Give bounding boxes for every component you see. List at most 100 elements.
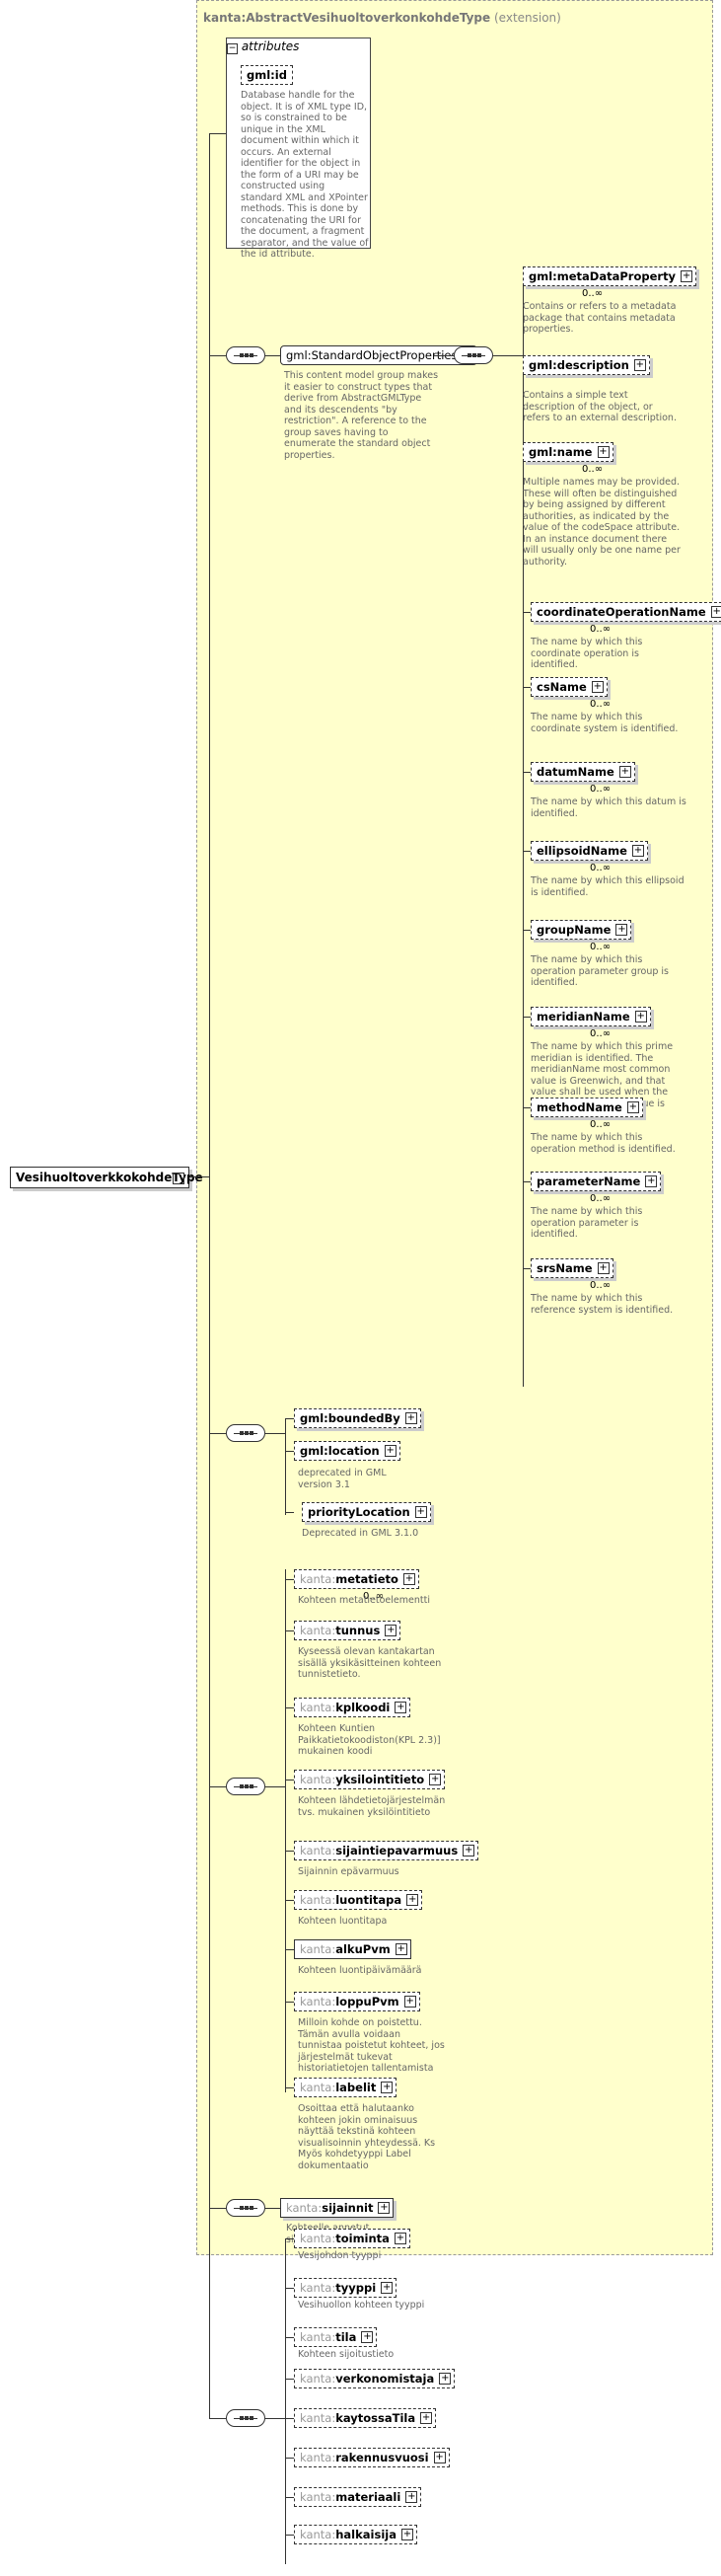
attribute-gml-id[interactable]: gml:id <box>241 65 293 85</box>
connector <box>523 1181 531 1182</box>
kanta-element-desc: Kohteen Kuntien Paikkatietokoodiston(KPL… <box>298 1723 441 1757</box>
connector <box>434 355 454 356</box>
gml-element-desc: The name by which this operation paramet… <box>531 954 670 988</box>
kanta-element[interactable]: kanta:yksilointitieto + <box>294 1770 446 1789</box>
kanta-element[interactable]: kanta:kplkoodi + <box>294 1698 411 1717</box>
sequence-icon <box>226 346 265 364</box>
sequence-icon <box>226 1424 265 1442</box>
gml-element[interactable]: gml:metaDataProperty + <box>523 266 697 286</box>
kanta-element-desc: Kohteen luontipäivämäärä <box>298 1965 422 1976</box>
gml-element-desc: The name by which this coordinate system… <box>531 712 679 734</box>
kanta-element-desc: Osoittaa että halutaanko kohteen jokin o… <box>298 2103 436 2171</box>
connector <box>209 2418 226 2419</box>
kanta-element-desc: Sijainnin epävarmuus <box>298 1866 399 1877</box>
gml-element[interactable]: methodName + <box>531 1098 643 1117</box>
connector <box>285 2458 294 2459</box>
kanta-element-desc: Kyseessä olevan kantakartan sisällä yksi… <box>298 1646 442 1680</box>
connector <box>285 1451 294 1452</box>
bottom-element[interactable]: kanta:toiminta + <box>294 2229 410 2248</box>
gml-element[interactable]: csName + <box>531 677 608 697</box>
connector <box>285 1949 294 1950</box>
cardinality: 0..∞ <box>590 699 612 710</box>
connector <box>285 2002 294 2003</box>
element-kanta-sijainnit[interactable]: kanta:sijainnit + <box>280 2198 395 2218</box>
kanta-element[interactable]: kanta:tunnus + <box>294 1621 401 1640</box>
bottom-element[interactable]: kanta:tyyppi + <box>294 2278 397 2298</box>
element-gml-boundedby[interactable]: gml:boundedBy + <box>294 1408 421 1428</box>
kanta-element[interactable]: kanta:loppuPvm + <box>294 1992 420 2011</box>
connector <box>285 1900 294 1901</box>
element-gml-location-desc: deprecated in GML version 3.1 <box>298 1468 387 1490</box>
gml-element[interactable]: datumName + <box>531 762 635 782</box>
connector <box>523 851 531 852</box>
bottom-element-desc: Vesihuollon kohteen tyyppi <box>298 2300 425 2311</box>
cardinality: 0..∞ <box>582 288 604 299</box>
cardinality: 0..∞ <box>590 1193 612 1204</box>
connector <box>285 2087 294 2088</box>
gml-element[interactable]: parameterName + <box>531 1172 662 1191</box>
kanta-element[interactable]: kanta:sijaintiepavarmuus + <box>294 1841 479 1860</box>
kanta-element[interactable]: kanta:metatieto + <box>294 1569 419 1589</box>
extension-panel <box>196 0 713 2255</box>
gml-element[interactable]: groupName + <box>531 920 632 940</box>
connector <box>285 1707 294 1708</box>
element-priority-location[interactable]: priorityLocation + <box>302 1502 431 1522</box>
extension-title: kanta:AbstractVesihuoltoverkonkohdeType … <box>203 11 561 25</box>
sequence-icon <box>226 2409 265 2427</box>
kanta-element-desc: Kohteen luontitapa <box>298 1916 388 1927</box>
connector <box>285 2497 294 2498</box>
gml-element-desc: The name by which this datum is identifi… <box>531 796 686 819</box>
connector <box>265 355 280 356</box>
element-gml-location[interactable]: gml:location + <box>294 1441 400 1461</box>
cardinality: 0..∞ <box>582 464 604 475</box>
bottom-element[interactable]: kanta:rakennusvuosi + <box>294 2448 450 2467</box>
kanta-element[interactable]: kanta:alkuPvm + <box>294 1939 411 1959</box>
connector <box>209 133 210 2418</box>
gml-element[interactable]: gml:description + <box>523 355 650 375</box>
gml-element[interactable]: srsName + <box>531 1258 613 1278</box>
gml-element[interactable]: gml:name + <box>523 442 613 462</box>
cardinality: 0..∞ <box>590 624 612 635</box>
connector <box>285 1569 286 2092</box>
connector <box>285 1579 294 1580</box>
kanta-element[interactable]: kanta:luontitapa + <box>294 1890 423 1910</box>
attributes-header[interactable]: − attributes <box>227 39 299 54</box>
gml-element-desc: The name by which this reference system … <box>531 1293 674 1316</box>
connector <box>285 1418 294 1419</box>
bottom-element[interactable]: kanta:materiaali + <box>294 2487 422 2507</box>
connector <box>209 2208 226 2209</box>
connector <box>285 1630 294 1631</box>
connector <box>209 1786 226 1787</box>
gml-element[interactable]: ellipsoidName + <box>531 841 648 861</box>
bottom-element[interactable]: kanta:kaytossaTila + <box>294 2408 437 2428</box>
gml-element[interactable]: meridianName + <box>531 1007 651 1026</box>
cardinality: 0..∞ <box>590 784 612 795</box>
cardinality: 0..∞ <box>590 1280 612 1291</box>
connector <box>285 2535 294 2536</box>
gml-element-desc: The name by which this coordinate operat… <box>531 637 643 670</box>
gml-element[interactable]: coordinateOperationName + <box>531 602 721 622</box>
connector <box>523 612 531 613</box>
kanta-element-desc: Kohteen metatietoelementti <box>298 1595 430 1606</box>
bottom-element[interactable]: kanta:verkonomistaja + <box>294 2369 456 2388</box>
gml-element-desc: Contains a simple text description of th… <box>523 390 677 423</box>
connector <box>265 2418 285 2419</box>
bottom-element[interactable]: kanta:halkaisija + <box>294 2525 417 2544</box>
root-type[interactable]: VesihuoltoverkkokohdeType <box>10 1167 203 1188</box>
connector <box>493 355 523 356</box>
cardinality: 0..∞ <box>590 1119 612 1130</box>
connector <box>285 1512 294 1513</box>
gml-element-desc: The name by which this ellipsoid is iden… <box>531 875 685 898</box>
connector <box>189 1176 209 1177</box>
gml-element-desc: The name by which this operation method … <box>531 1132 676 1155</box>
connector <box>523 930 531 931</box>
connector <box>285 2337 294 2338</box>
connector <box>265 2208 280 2209</box>
group-standard-object-properties-desc: This content model group makes it easier… <box>284 370 439 461</box>
connector <box>523 1017 531 1018</box>
bottom-element[interactable]: kanta:tila + <box>294 2327 378 2347</box>
kanta-element-desc: Kohteen lähdetietojärjestelmän tvs. muka… <box>298 1795 446 1818</box>
cardinality: 0..∞ <box>590 942 612 952</box>
kanta-element[interactable]: kanta:labelit + <box>294 2078 397 2097</box>
bottom-element-desc: Kohteen sijoitustieto <box>298 2349 395 2360</box>
